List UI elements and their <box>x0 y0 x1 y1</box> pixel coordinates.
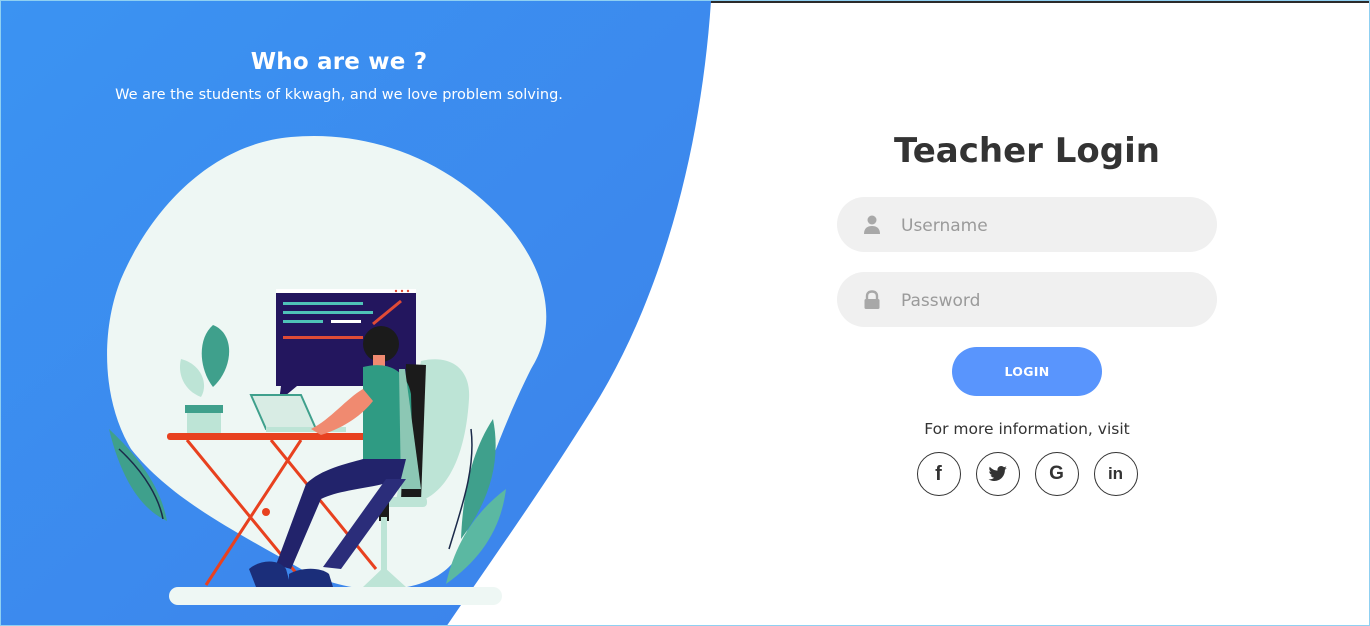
about-title: Who are we ? <box>250 49 428 75</box>
password-field[interactable] <box>837 272 1217 329</box>
google-link[interactable]: G <box>1034 452 1079 496</box>
more-info-text: For more information, visit <box>924 420 1130 438</box>
login-title: Teacher Login <box>894 131 1160 171</box>
twitter-icon <box>987 466 1007 481</box>
password-input[interactable] <box>899 272 1203 329</box>
google-icon: G <box>1049 463 1064 484</box>
about-subtitle: We are the students of kkwagh, and we lo… <box>115 87 563 103</box>
twitter-link[interactable] <box>975 452 1020 496</box>
social-links: f G in <box>837 452 1217 496</box>
about-section: Who are we ? We are the students of kkwa… <box>1 49 677 103</box>
user-icon <box>864 215 880 234</box>
login-form: Teacher Login LOGIN For more information… <box>837 131 1217 496</box>
login-button[interactable]: LOGIN <box>952 347 1102 396</box>
facebook-icon: f <box>935 462 942 485</box>
username-input[interactable] <box>899 197 1203 254</box>
facebook-link[interactable]: f <box>916 452 961 496</box>
lock-icon <box>864 290 880 309</box>
person-at-laptop-illustration <box>107 135 547 605</box>
linkedin-icon: in <box>1107 464 1124 483</box>
username-field[interactable] <box>837 197 1217 254</box>
linkedin-link[interactable]: in <box>1093 452 1138 496</box>
login-page: Who are we ? We are the students of kkwa… <box>0 0 1370 626</box>
